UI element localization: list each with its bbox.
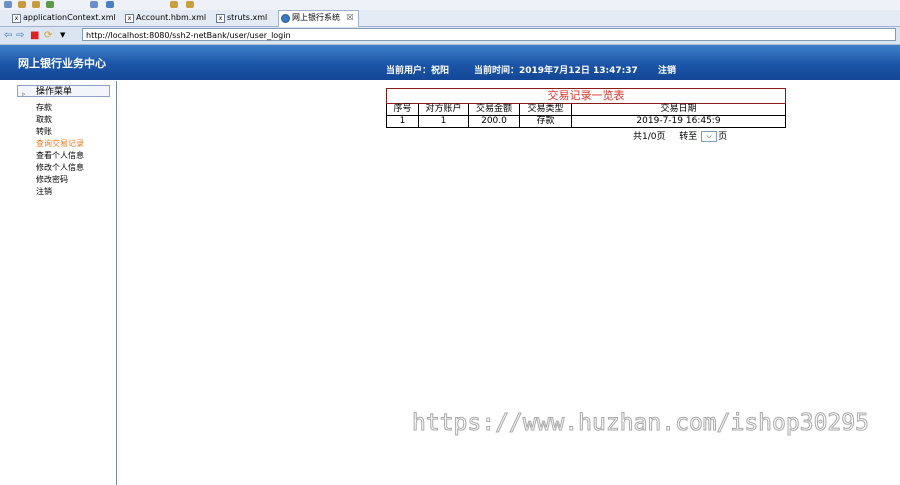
cell-type: 存款 (519, 115, 572, 128)
globe-icon (281, 14, 290, 23)
menu-toggle-icon: ▹ (22, 90, 26, 98)
xml-file-icon: x (12, 14, 21, 23)
cell-amount: 200.0 (468, 115, 520, 128)
page-select[interactable]: ⌵ (701, 131, 718, 142)
xml-file-icon: x (125, 14, 134, 23)
column-header: 序号 (386, 103, 419, 116)
sidebar-item-withdraw[interactable]: 取款 (36, 115, 52, 125)
toolbar-icon[interactable] (170, 1, 178, 8)
column-header: 对方账户 (418, 103, 469, 116)
sidebar-item-query-records[interactable]: 查询交易记录 (36, 139, 84, 149)
cell-account: 1 (418, 115, 469, 128)
cell-date: 2019-7-19 16:45:9 (571, 115, 786, 128)
site-logo: 网上银行业务中心 (18, 57, 106, 70)
dropdown-icon[interactable]: ▼ (60, 30, 65, 41)
toolbar-icon[interactable] (18, 1, 26, 8)
current-user: 当前用户：祝阳 (386, 66, 450, 76)
tab-netbank[interactable]: 网上银行系统 ☒ (278, 10, 359, 27)
toolbar-icon[interactable] (32, 1, 40, 8)
sidebar-item-logout[interactable]: 注销 (36, 187, 52, 197)
watermark: https://www.huzhan.com/ishop30295 (412, 410, 870, 437)
toolbar-icon[interactable] (4, 1, 12, 8)
sidebar: ▹ 操作菜单 存款 取款 转账 查询交易记录 查看个人信息 修改个人信息 修改密… (0, 81, 117, 485)
editor-tabs: x applicationContext.xml x Account.hbm.x… (0, 10, 900, 27)
records-panel: 交易记录一览表 序号 对方账户 交易金额 交易类型 交易日期 1 1 200.0… (386, 88, 786, 128)
tab-label: struts.xml (227, 13, 268, 22)
toolbar-icon[interactable] (90, 1, 98, 8)
page-suffix: 页 (718, 132, 728, 142)
menu-title: 操作菜单 (36, 87, 73, 97)
sidebar-item-deposit[interactable]: 存款 (36, 103, 52, 113)
tab-account-hbm[interactable]: x Account.hbm.xml (123, 11, 206, 25)
cell-index: 1 (386, 115, 419, 128)
chevron-down-icon: ⌵ (706, 132, 712, 140)
page-summary: 共1/0页 (633, 132, 666, 142)
sidebar-item-edit-profile[interactable]: 修改个人信息 (36, 163, 84, 173)
toolbar-icon[interactable] (46, 1, 54, 8)
header-logout-link[interactable]: 注销 (658, 63, 676, 76)
site-header: 网上银行业务中心 当前用户：祝阳 当前时间：2019年7月12日 13:47:3… (0, 45, 900, 80)
tab-struts[interactable]: x struts.xml (214, 11, 267, 25)
tab-label: Account.hbm.xml (136, 13, 207, 22)
records-table: 交易记录一览表 序号 对方账户 交易金额 交易类型 交易日期 1 1 200.0… (386, 88, 786, 128)
refresh-icon[interactable]: ⟳ (44, 30, 52, 41)
goto-label: 转至 (679, 132, 698, 142)
stop-icon[interactable]: ■ (30, 30, 39, 41)
pager: 共1/0页 转至 ⌵ 页 (633, 131, 727, 143)
current-time: 当前时间：2019年7月12日 13:47:37 (474, 66, 638, 76)
table-title: 交易记录一览表 (386, 88, 786, 104)
address-bar: ⇦ ⇨ ■ ⟳ ▼ http://localhost:8080/ssh2-net… (0, 27, 900, 45)
toolbar-icon[interactable] (106, 1, 114, 8)
menu-header[interactable]: ▹ 操作菜单 (17, 85, 110, 98)
table-header-row: 序号 对方账户 交易金额 交易类型 交易日期 (386, 103, 786, 116)
column-header: 交易金额 (468, 103, 520, 116)
back-icon[interactable]: ⇦ (4, 30, 12, 41)
table-row: 1 1 200.0 存款 2019-7-19 16:45:9 (386, 115, 786, 128)
column-header: 交易类型 (519, 103, 572, 116)
nav-controls: ⇦ ⇨ ■ ⟳ ▼ (4, 29, 82, 42)
tab-application-context[interactable]: x applicationContext.xml (10, 11, 116, 25)
xml-file-icon: x (216, 14, 225, 23)
toolbar-icon[interactable] (186, 1, 194, 8)
tab-label: 网上银行系统 (292, 13, 340, 22)
forward-icon[interactable]: ⇨ (16, 30, 24, 41)
column-header: 交易日期 (571, 103, 786, 116)
url-input[interactable]: http://localhost:8080/ssh2-netBank/user/… (82, 28, 896, 41)
sidebar-item-change-password[interactable]: 修改密码 (36, 175, 68, 185)
sidebar-item-view-profile[interactable]: 查看个人信息 (36, 151, 84, 161)
tab-label: applicationContext.xml (23, 13, 116, 22)
sidebar-item-transfer[interactable]: 转账 (36, 127, 52, 137)
close-tab-icon[interactable]: ☒ (347, 13, 354, 22)
